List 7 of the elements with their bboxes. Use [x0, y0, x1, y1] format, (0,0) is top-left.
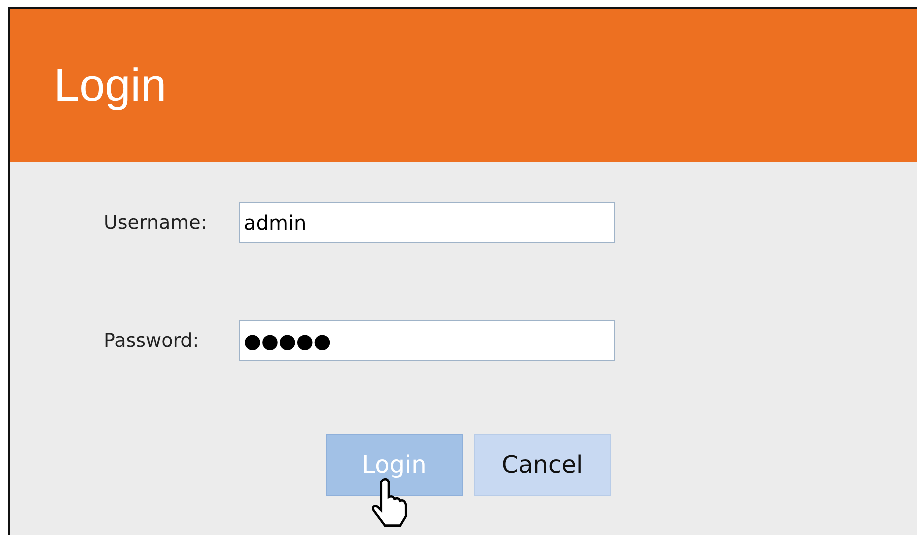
field-label: Username: — [103, 212, 208, 234]
input-field[interactable]: admin — [239, 202, 615, 243]
window-title: Login — [54, 58, 167, 112]
hand-cursor-icon — [370, 478, 408, 528]
field-label: Password: — [103, 330, 200, 352]
input-field[interactable]: ●●●●● — [239, 320, 615, 361]
cancel-button[interactable]: Cancel — [474, 434, 611, 496]
